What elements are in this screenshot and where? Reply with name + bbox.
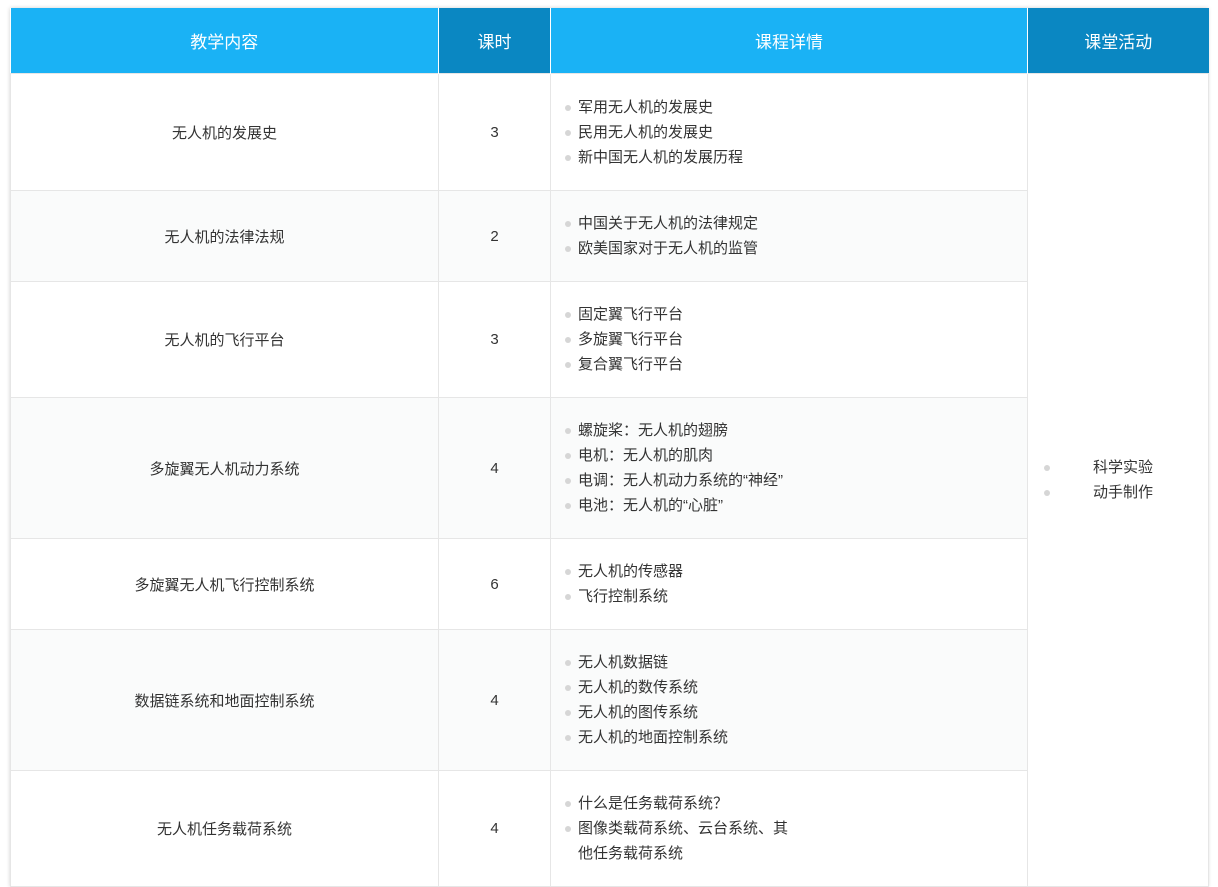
header-hours: 课时 [438,8,551,74]
list-item: 飞行控制系统 [565,584,1027,609]
activities-list: 科学实验 动手制作 [1042,455,1208,505]
row-content: 无人机的发展史 [10,73,439,191]
row-content: 无人机的飞行平台 [10,281,439,398]
course-table-container: 教学内容 课时 课程详情 课堂活动 无人机的发展史 3 军用无人机的发展史 民用… [10,8,1209,887]
details-list: 军用无人机的发展史 民用无人机的发展史 新中国无人机的发展历程 [565,95,1027,170]
row-content: 无人机的法律法规 [10,190,439,282]
table-header: 教学内容 课时 课程详情 课堂活动 [10,8,1209,74]
details-list: 无人机的传感器 飞行控制系统 [565,559,1027,609]
row-details: 固定翼飞行平台 多旋翼飞行平台 复合翼飞行平台 [550,281,1028,398]
row-hours: 4 [438,397,551,539]
list-item: 电调：无人机动力系统的“神经” [565,468,1027,493]
list-item: 固定翼飞行平台 [565,302,1027,327]
activity-item: 科学实验 [1042,455,1208,480]
details-list: 螺旋桨：无人机的翅膀 电机：无人机的肌肉 电调：无人机动力系统的“神经” 电池：… [565,418,1027,518]
header-activities: 课堂活动 [1027,8,1209,74]
row-hours: 4 [438,770,551,887]
list-item: 欧美国家对于无人机的监管 [565,236,1027,261]
list-item: 多旋翼飞行平台 [565,327,1027,352]
header-content: 教学内容 [10,8,439,74]
activity-item: 动手制作 [1042,480,1208,505]
list-item: 无人机数据链 [565,650,1027,675]
row-content: 多旋翼无人机动力系统 [10,397,439,539]
row-hours: 3 [438,73,551,191]
list-item: 民用无人机的发展史 [565,120,1027,145]
details-list: 无人机数据链 无人机的数传系统 无人机的图传系统 无人机的地面控制系统 [565,650,1027,750]
row-details: 无人机的传感器 飞行控制系统 [550,538,1028,630]
row-content: 多旋翼无人机飞行控制系统 [10,538,439,630]
activities-cell: 科学实验 动手制作 [1027,73,1209,887]
row-content: 无人机任务载荷系统 [10,770,439,887]
list-item: 中国关于无人机的法律规定 [565,211,1027,236]
row-hours: 3 [438,281,551,398]
course-table: 教学内容 课时 课程详情 课堂活动 无人机的发展史 3 军用无人机的发展史 民用… [10,8,1209,887]
list-item: 电池：无人机的“心脏” [565,493,1027,518]
row-hours: 4 [438,629,551,771]
list-item: 电机：无人机的肌肉 [565,443,1027,468]
list-item: 无人机的数传系统 [565,675,1027,700]
list-item: 复合翼飞行平台 [565,352,1027,377]
details-list: 中国关于无人机的法律规定 欧美国家对于无人机的监管 [565,211,1027,261]
details-list: 固定翼飞行平台 多旋翼飞行平台 复合翼飞行平台 [565,302,1027,377]
list-item: 螺旋桨：无人机的翅膀 [565,418,1027,443]
list-item: 军用无人机的发展史 [565,95,1027,120]
row-details: 什么是任务载荷系统？ 图像类载荷系统、云台系统、其他任务载荷系统 [550,770,1028,887]
list-item: 无人机的图传系统 [565,700,1027,725]
list-item: 什么是任务载荷系统？ [565,791,795,816]
list-item: 新中国无人机的发展历程 [565,145,1027,170]
row-details: 无人机数据链 无人机的数传系统 无人机的图传系统 无人机的地面控制系统 [550,629,1028,771]
row-content: 数据链系统和地面控制系统 [10,629,439,771]
row-details: 螺旋桨：无人机的翅膀 电机：无人机的肌肉 电调：无人机动力系统的“神经” 电池：… [550,397,1028,539]
list-item: 图像类载荷系统、云台系统、其他任务载荷系统 [565,816,795,866]
header-details: 课程详情 [550,8,1028,74]
details-list: 什么是任务载荷系统？ 图像类载荷系统、云台系统、其他任务载荷系统 [565,791,795,866]
list-item: 无人机的地面控制系统 [565,725,1027,750]
row-hours: 2 [438,190,551,282]
table-row: 无人机的发展史 3 军用无人机的发展史 民用无人机的发展史 新中国无人机的发展历… [10,73,1209,887]
list-item: 无人机的传感器 [565,559,1027,584]
table-body: 无人机的发展史 3 军用无人机的发展史 民用无人机的发展史 新中国无人机的发展历… [10,73,1209,887]
row-details: 军用无人机的发展史 民用无人机的发展史 新中国无人机的发展历程 [550,73,1028,191]
row-hours: 6 [438,538,551,630]
row-details: 中国关于无人机的法律规定 欧美国家对于无人机的监管 [550,190,1028,282]
